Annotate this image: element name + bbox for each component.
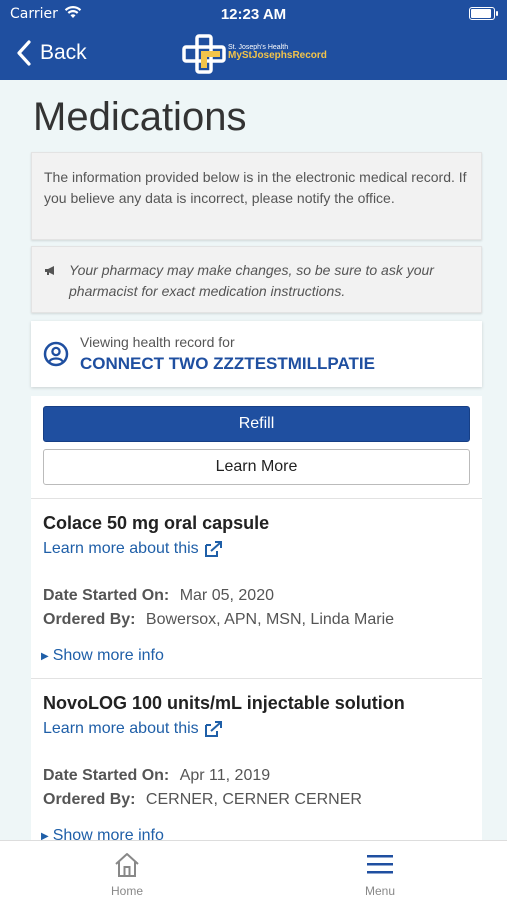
ordered-by-row: Ordered By: CERNER, CERNER CERNER [43, 791, 362, 809]
pharmacy-notice-text: Your pharmacy may make changes, so be su… [69, 262, 434, 299]
medication-item: Colace 50 mg oral capsule Learn more abo… [31, 498, 482, 678]
tab-menu-label: Menu [364, 884, 396, 898]
learn-more-link[interactable]: Learn more about this [43, 720, 222, 738]
show-more-label: Show more info [52, 827, 164, 840]
caret-right-icon: ▶ [41, 651, 49, 662]
medication-name: NovoLOG 100 units/mL injectable solution [43, 693, 405, 713]
medications-list-card: Refill Learn More Colace 50 mg oral caps… [31, 396, 482, 840]
caret-right-icon: ▶ [41, 831, 49, 840]
app-logo: St. Joseph's Health MyStJosephsRecord [182, 34, 328, 74]
tab-menu[interactable]: Menu [320, 841, 440, 900]
ordered-by-label: Ordered By: [43, 611, 136, 628]
status-bar: Carrier 12:23 AM [0, 0, 507, 28]
info-notice: The information provided below is in the… [31, 152, 482, 240]
patient-name: CONNECT TWO ZZZTESTMILLPATIE [80, 354, 375, 373]
viewing-label: Viewing health record for [80, 334, 235, 350]
show-more-info-link[interactable]: ▶ Show more info [41, 647, 164, 665]
logo-cross-icon [182, 34, 226, 74]
external-link-icon [204, 721, 222, 737]
page-title: Medications [33, 95, 247, 139]
ordered-by-value: Bowersox, APN, MSN, Linda Marie [145, 611, 395, 628]
logo-text: St. Joseph's Health MyStJosephsRecord [228, 44, 327, 62]
user-circle-icon [43, 341, 69, 367]
tab-home-label: Home [110, 884, 143, 898]
back-label: Back [40, 41, 87, 64]
date-started-label: Date Started On: [43, 587, 170, 604]
ordered-by-value: CERNER, CERNER CERNER [145, 791, 362, 808]
back-chevron-icon [17, 40, 31, 66]
show-more-info-link[interactable]: ▶ Show more info [41, 827, 164, 840]
ordered-by-row: Ordered By: Bowersox, APN, MSN, Linda Ma… [43, 611, 394, 629]
learn-more-link[interactable]: Learn more about this [43, 540, 222, 558]
logo-app-name: MyStJosephsRecord [228, 50, 327, 62]
clock: 12:23 AM [220, 6, 287, 23]
app-header: Carrier 12:23 AM Back St. Joseph's Healt… [0, 0, 507, 80]
date-started-value: Apr 11, 2019 [179, 767, 271, 784]
medication-name: Colace 50 mg oral capsule [43, 513, 270, 533]
date-started-value: Mar 05, 2020 [179, 587, 274, 604]
external-link-icon [204, 541, 222, 557]
back-button[interactable]: Back [14, 38, 87, 68]
medication-item: NovoLOG 100 units/mL injectable solution… [31, 678, 482, 840]
date-started-label: Date Started On: [43, 767, 170, 784]
learn-more-button[interactable]: Learn More [43, 449, 470, 485]
health-record-selector: Viewing health record for CONNECT TWO ZZ… [31, 321, 482, 387]
ordered-by-label: Ordered By: [43, 791, 136, 808]
menu-icon [367, 855, 393, 874]
refill-button[interactable]: Refill [43, 406, 470, 442]
tab-home[interactable]: Home [67, 841, 187, 900]
learn-more-link-label: Learn more about this [43, 540, 199, 557]
megaphone-icon [45, 266, 54, 275]
pharmacy-notice: Your pharmacy may make changes, so be su… [31, 246, 482, 313]
home-icon [115, 853, 139, 877]
date-started-row: Date Started On: Apr 11, 2019 [43, 767, 270, 785]
show-more-label: Show more info [52, 647, 164, 664]
date-started-row: Date Started On: Mar 05, 2020 [43, 587, 274, 605]
battery-icon [469, 7, 498, 20]
tab-bar: Home Menu [0, 840, 507, 900]
learn-more-link-label: Learn more about this [43, 720, 199, 737]
